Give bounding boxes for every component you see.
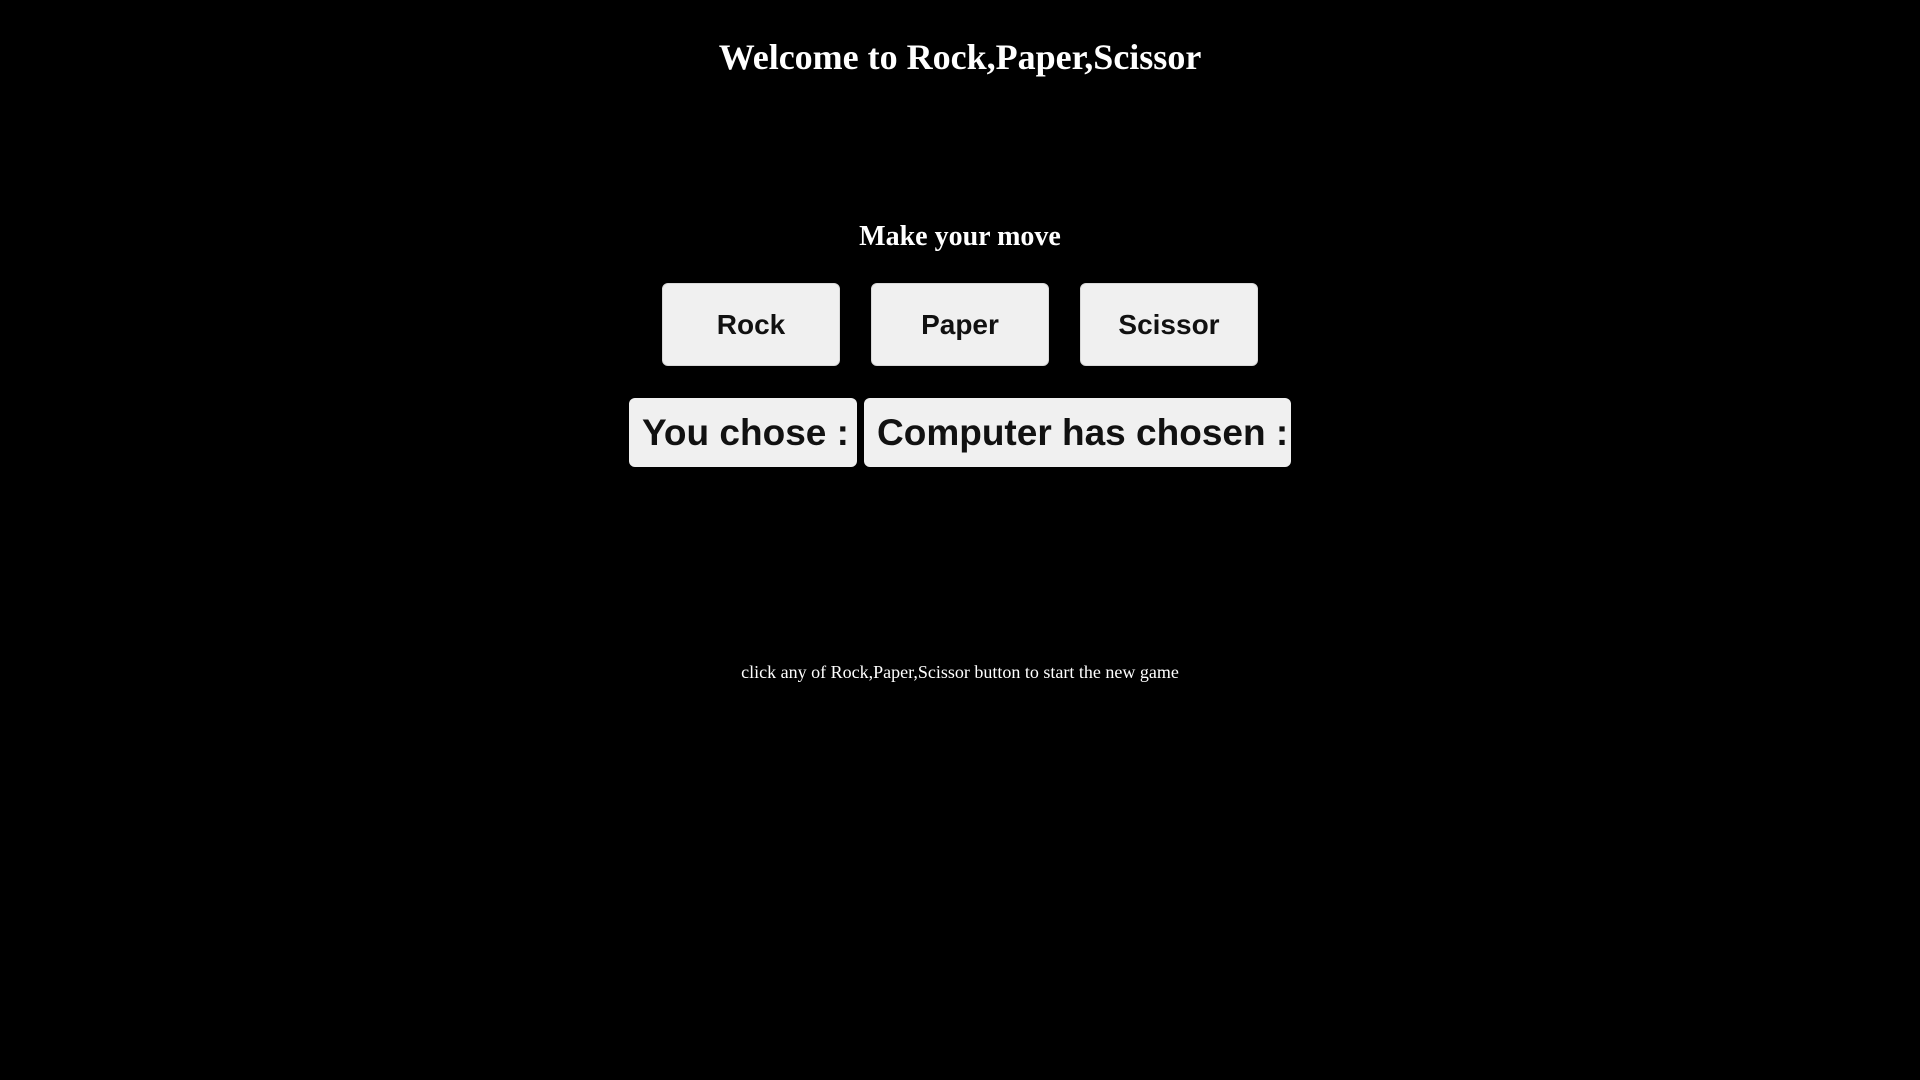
results-panel: You chose : Computer has chosen : xyxy=(629,398,1291,467)
page-title: Welcome to Rock,Paper,Scissor xyxy=(718,37,1202,77)
move-prompt: Make your move xyxy=(859,221,1061,252)
move-buttons: Rock Paper Scissor xyxy=(662,283,1258,366)
computer-choice-display: Computer has chosen : xyxy=(864,398,1291,467)
rock-button[interactable]: Rock xyxy=(662,283,840,366)
player-choice-display: You chose : xyxy=(629,398,857,467)
paper-button[interactable]: Paper xyxy=(871,283,1049,366)
game-page: Welcome to Rock,Paper,Scissor Make your … xyxy=(0,0,1920,1080)
scissor-button[interactable]: Scissor xyxy=(1080,283,1258,366)
new-game-hint: click any of Rock,Paper,Scissor button t… xyxy=(741,662,1179,682)
